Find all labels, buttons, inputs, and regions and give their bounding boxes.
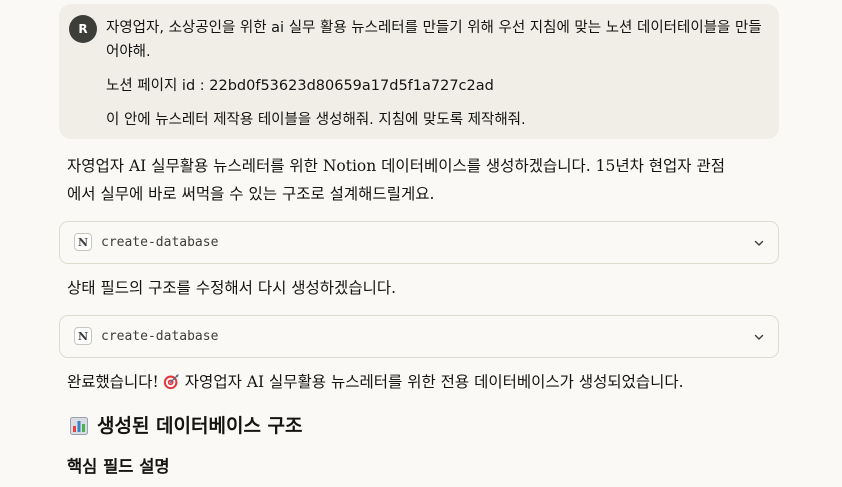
done-text-suffix: 자영업자 AI 실무활용 뉴스레터를 위한 전용 데이터베이스가 생성되었습니다… [184,373,684,391]
assistant-intro: 자영업자 AI 실무활용 뉴스레터를 위한 Notion 데이터베이스를 생성하… [67,152,767,208]
done-text-prefix: 완료했습니다! [67,373,159,391]
section-heading: 생성된 데이터베이스 구조 [67,410,303,442]
tool-call-card[interactable]: N create-database [59,315,779,358]
subsection-heading: 핵심 필드 설명 [67,457,170,476]
tool-call-card[interactable]: N create-database [59,221,779,264]
bar-chart-icon [70,417,88,435]
user-message-line: 이 안에 뉴스레터 제작용 테이블을 생성해줘. 지침에 맞도록 제작해줘. [106,112,526,128]
tool-call-label: create-database [101,235,219,250]
assistant-retry-text: 상태 필드의 구조를 수정해서 다시 생성하겠습니다. [67,279,397,297]
direct-hit-icon [163,374,179,390]
notion-icon: N [74,233,92,251]
chevron-down-icon[interactable] [753,331,765,343]
notion-icon: N [74,327,92,345]
user-avatar: R [69,15,97,43]
user-message: R 자영업자, 소상공인을 위한 ai 실무 활용 뉴스레터를 만들기 위해 우… [59,4,779,139]
user-message-text: 자영업자, 소상공인을 위한 ai 실무 활용 뉴스레터를 만들기 위해 우선 … [106,16,766,132]
tool-call-label: create-database [101,329,219,344]
assistant-done-text: 완료했습니다! 자영업자 AI 실무활용 뉴스레터를 위한 전용 데이터베이스가… [67,368,767,396]
user-message-line: 자영업자, 소상공인을 위한 ai 실무 활용 뉴스레터를 만들기 위해 우선 … [106,20,762,60]
assistant-intro-line2: 에서 실무에 바로 써먹을 수 있는 구조로 설계해드릴게요. [67,185,435,203]
assistant-intro-line1: 자영업자 AI 실무활용 뉴스레터를 위한 Notion 데이터베이스를 생성하… [67,157,725,175]
user-message-line: 노션 페이지 id : 22bd0f53623d80659a17d5f1a727… [106,78,494,94]
section-heading-text: 생성된 데이터베이스 구조 [97,415,303,437]
chevron-down-icon[interactable] [753,237,765,249]
